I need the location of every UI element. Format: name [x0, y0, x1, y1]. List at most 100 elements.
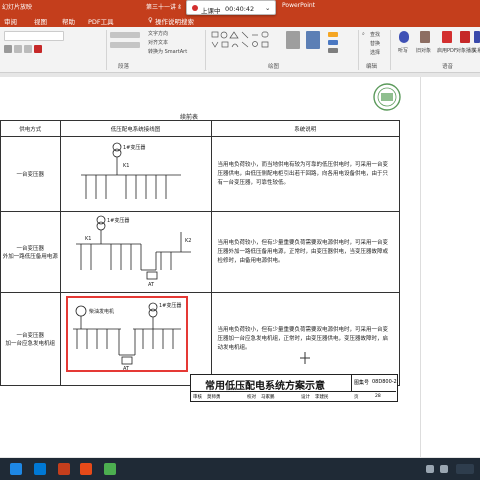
find-icon[interactable]: ⌕ [362, 31, 365, 37]
sign-design-label: 设计 [301, 395, 310, 400]
tray-volume-icon[interactable] [440, 465, 448, 473]
scheme-table: 供电方式 低压配电系统接线图 系统说明 一台变压器 1#变压器 K1 当用电负荷… [0, 120, 400, 386]
select-button[interactable]: 选择 [370, 49, 380, 56]
header-supply-mode: 供电方式 [0, 120, 61, 137]
tray-clock[interactable] [456, 464, 474, 474]
tab-pdf-tools[interactable]: PDF工具 [88, 16, 114, 26]
header-wiring-diagram: 低压配电系统接线图 [59, 120, 212, 137]
taskbar-powerpoint-icon[interactable] [58, 463, 70, 475]
group-drawing: 绘图 [268, 64, 280, 70]
list-icon[interactable] [110, 32, 140, 38]
shape-effects-icon[interactable] [328, 48, 338, 53]
shapes-gallery[interactable] [210, 30, 280, 58]
row1-transformer-label: 1#变压器 [123, 144, 145, 151]
legacy-object-icon[interactable] [420, 31, 430, 43]
row1-diagram: 1#变压器 K1 [59, 136, 212, 212]
row2-transformer-label: 1#变压器 [107, 217, 129, 224]
header-system-desc: 系统说明 [210, 120, 400, 137]
group-paragraph: 段落 [118, 64, 130, 70]
enable-pdf-button[interactable]: 启用PDF [437, 47, 457, 54]
row1-k1-label: K1 [123, 163, 129, 169]
row2-desc: 当用电负荷较小，但有少量重要负荷需要双电源供电时，可采用一台变压器外加一路低压备… [210, 211, 400, 293]
tell-me-search-icon[interactable]: ♀ [148, 16, 153, 24]
row2-k1-label: K1 [85, 236, 91, 242]
row3-desc: 当用电负荷较小，但有少量重要负荷需要双电源供电时，可采用一台变压器加一台应急发电… [210, 292, 400, 386]
dictate-icon[interactable] [399, 31, 409, 43]
enable-pdf-icon[interactable] [442, 31, 452, 43]
diagram-transformer-backup: 1#变压器 K1 K2 AT [75, 215, 191, 288]
italic-icon[interactable] [14, 45, 22, 53]
font-name-box[interactable] [4, 31, 64, 41]
recording-indicator[interactable]: 上课中 00:40:42 ⌄ [186, 0, 276, 15]
ribbon: 文字方向 对齐文本 转换为 SmartArt 段落 绘图 ⌕ 查找 替换 选择 … [0, 27, 480, 73]
group-voice: 语音 [442, 64, 454, 70]
page-number: 28 [375, 394, 381, 399]
relation-button[interactable]: 关系 [472, 47, 480, 54]
table-row: 一台变压器 加一台应急发电机组 柴油发电机 1#变压器 AT 当用电负荷较小，但… [0, 292, 400, 386]
row2-diagram: 1#变压器 K1 K2 AT [59, 211, 212, 293]
tab-review[interactable]: 审阅 [4, 16, 17, 26]
row1-mode: 一台变压器 [0, 136, 61, 212]
font-color-icon[interactable] [34, 45, 42, 53]
slide-side-panel [373, 77, 480, 457]
drawing-title: 常用低压配电系统方案示意 [205, 381, 325, 392]
fig-no: 08D800-2 [372, 379, 397, 385]
shape-outline-icon[interactable] [328, 40, 338, 45]
row3-mode: 一台变压器 加一台应急发电机组 [0, 292, 61, 386]
text-direction-button[interactable]: 文字方向 [148, 30, 168, 37]
row2-k2-label: K2 [185, 238, 191, 244]
tab-help[interactable]: 帮助 [62, 16, 75, 26]
taskbar-app-icon[interactable] [80, 463, 92, 475]
record-dot-icon [192, 5, 198, 11]
table-row: 一台变压器 1#变压器 K1 当用电负荷较小，而当地供电有较为可靠的低压供电时，… [0, 136, 400, 212]
convert-smartart-button[interactable]: 转换为 SmartArt [148, 48, 187, 55]
row3-at-label: AT [123, 366, 130, 372]
dictate-button[interactable]: 听写 [398, 47, 408, 54]
replace-button[interactable]: 替换 [370, 40, 380, 47]
find-button[interactable]: 查找 [370, 31, 380, 38]
sign-review-label: 审核 [193, 395, 202, 400]
recording-status: 上课中 [201, 7, 221, 15]
quick-styles-icon[interactable] [306, 31, 320, 49]
drawing-title-block: 常用低压配电系统方案示意 图集号 08D800-2 审核 莫师勇 校对 马家鹏 … [190, 374, 398, 402]
shape-fill-icon[interactable] [328, 32, 338, 37]
expand-chevron-icon[interactable]: ⌄ [265, 4, 270, 12]
row1-desc: 当用电负荷较小，而当地供电有较为可靠的低压供电时，可采用一台变压器供电，由低压侧… [210, 136, 400, 212]
arrange-icon[interactable] [286, 31, 300, 49]
row3-generator-label: 柴油发电机 [89, 308, 114, 315]
row3-transformer-label: 1#变压器 [159, 302, 181, 309]
app-name: PowerPoint [282, 2, 316, 9]
sign-design-name: 李建民 [315, 395, 329, 400]
align-icon[interactable] [110, 42, 140, 48]
relation-icon[interactable] [474, 31, 480, 43]
tab-view[interactable]: 视图 [34, 16, 47, 26]
legacy-object-button[interactable]: 旧对象 [416, 47, 431, 54]
tray-network-icon[interactable] [426, 465, 434, 473]
page-label: 页 [354, 395, 359, 400]
bold-icon[interactable] [4, 45, 12, 53]
taskbar-edge-icon[interactable] [10, 463, 22, 475]
group-editing: 编辑 [366, 64, 378, 70]
sign-check-name: 马家鹏 [261, 395, 275, 400]
taskbar-recorder-icon[interactable] [104, 463, 116, 475]
taskbar [0, 458, 480, 480]
sign-review-name: 莫师勇 [207, 395, 221, 400]
table-row: 一台变压器 外加一路低压备用电源 1#变压器 K1 K2 AT 当用电负荷较小，… [0, 211, 400, 293]
row2-at-label: AT [148, 282, 155, 288]
align-text-button[interactable]: 对齐文本 [148, 39, 168, 46]
tab-tell-me[interactable]: 操作说明搜索 [155, 16, 194, 26]
object-play-icon[interactable] [460, 31, 470, 43]
diagram-one-transformer: 1#变压器 K1 [80, 142, 181, 199]
document-title: 第三十一讲 纟 [146, 4, 184, 11]
sign-check-label: 校对 [247, 395, 256, 400]
recording-time: 00:40:42 [225, 5, 255, 13]
slideshow-label: 幻灯片放映 [2, 4, 33, 11]
seal-stamp-icon [373, 83, 401, 111]
mouse-cursor-icon [300, 352, 310, 364]
row2-mode: 一台变压器 外加一路低压备用电源 [0, 211, 61, 293]
diagram-transformer-generator: 柴油发电机 1#变压器 AT [65, 296, 188, 372]
taskbar-browser-icon[interactable] [34, 463, 46, 475]
fig-no-label: 图集号 [354, 380, 370, 386]
row3-diagram: 柴油发电机 1#变压器 AT [59, 292, 212, 386]
underline-icon[interactable] [24, 45, 32, 53]
